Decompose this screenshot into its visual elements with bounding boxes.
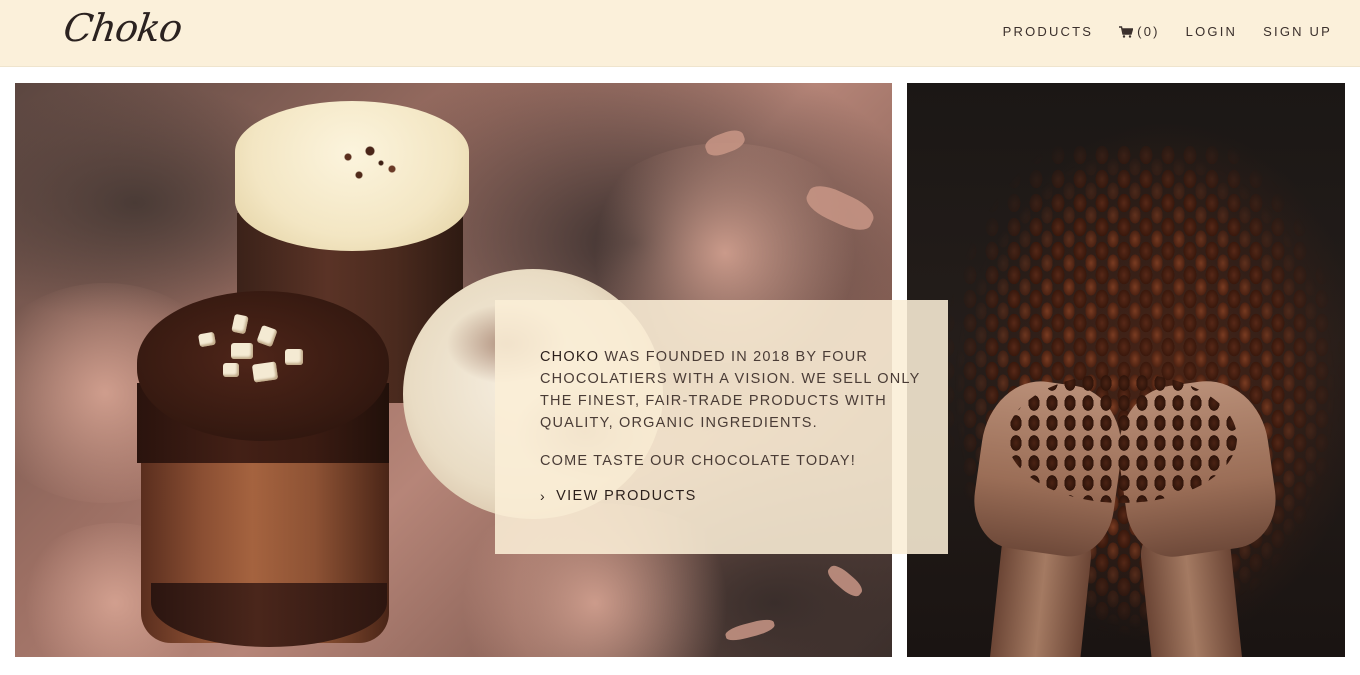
nav-signup-link[interactable]: SIGN UP — [1263, 24, 1332, 39]
cart-count: (0) — [1137, 24, 1160, 39]
view-products-link[interactable]: › VIEW PRODUCTS — [540, 488, 928, 504]
nav-products-link[interactable]: PRODUCTS — [1003, 24, 1094, 39]
nav-login-link[interactable]: LOGIN — [1186, 24, 1237, 39]
about-paragraph: CHOKO WAS FOUNDED IN 2018 BY FOUR CHOCOL… — [540, 346, 928, 434]
about-info-card: CHOKO WAS FOUNDED IN 2018 BY FOUR CHOCOL… — [495, 300, 948, 554]
cocoa-beans-in-hands-photo — [907, 83, 1345, 657]
view-products-label: VIEW PRODUCTS — [556, 488, 697, 504]
top-navigation-bar: Choko PRODUCTS (0) LOGIN SIGN UP — [0, 0, 1360, 67]
chevron-right-icon: › — [540, 488, 547, 504]
nav-cart-link[interactable]: (0) — [1119, 24, 1160, 39]
shopping-cart-icon — [1119, 25, 1134, 38]
main-nav: PRODUCTS (0) LOGIN SIGN UP — [1003, 24, 1332, 39]
tagline-text: COME TASTE OUR CHOCOLATE TODAY! — [540, 453, 856, 469]
brand-name-text: CHOKO — [540, 349, 600, 365]
brand-logo[interactable]: Choko — [61, 6, 185, 50]
